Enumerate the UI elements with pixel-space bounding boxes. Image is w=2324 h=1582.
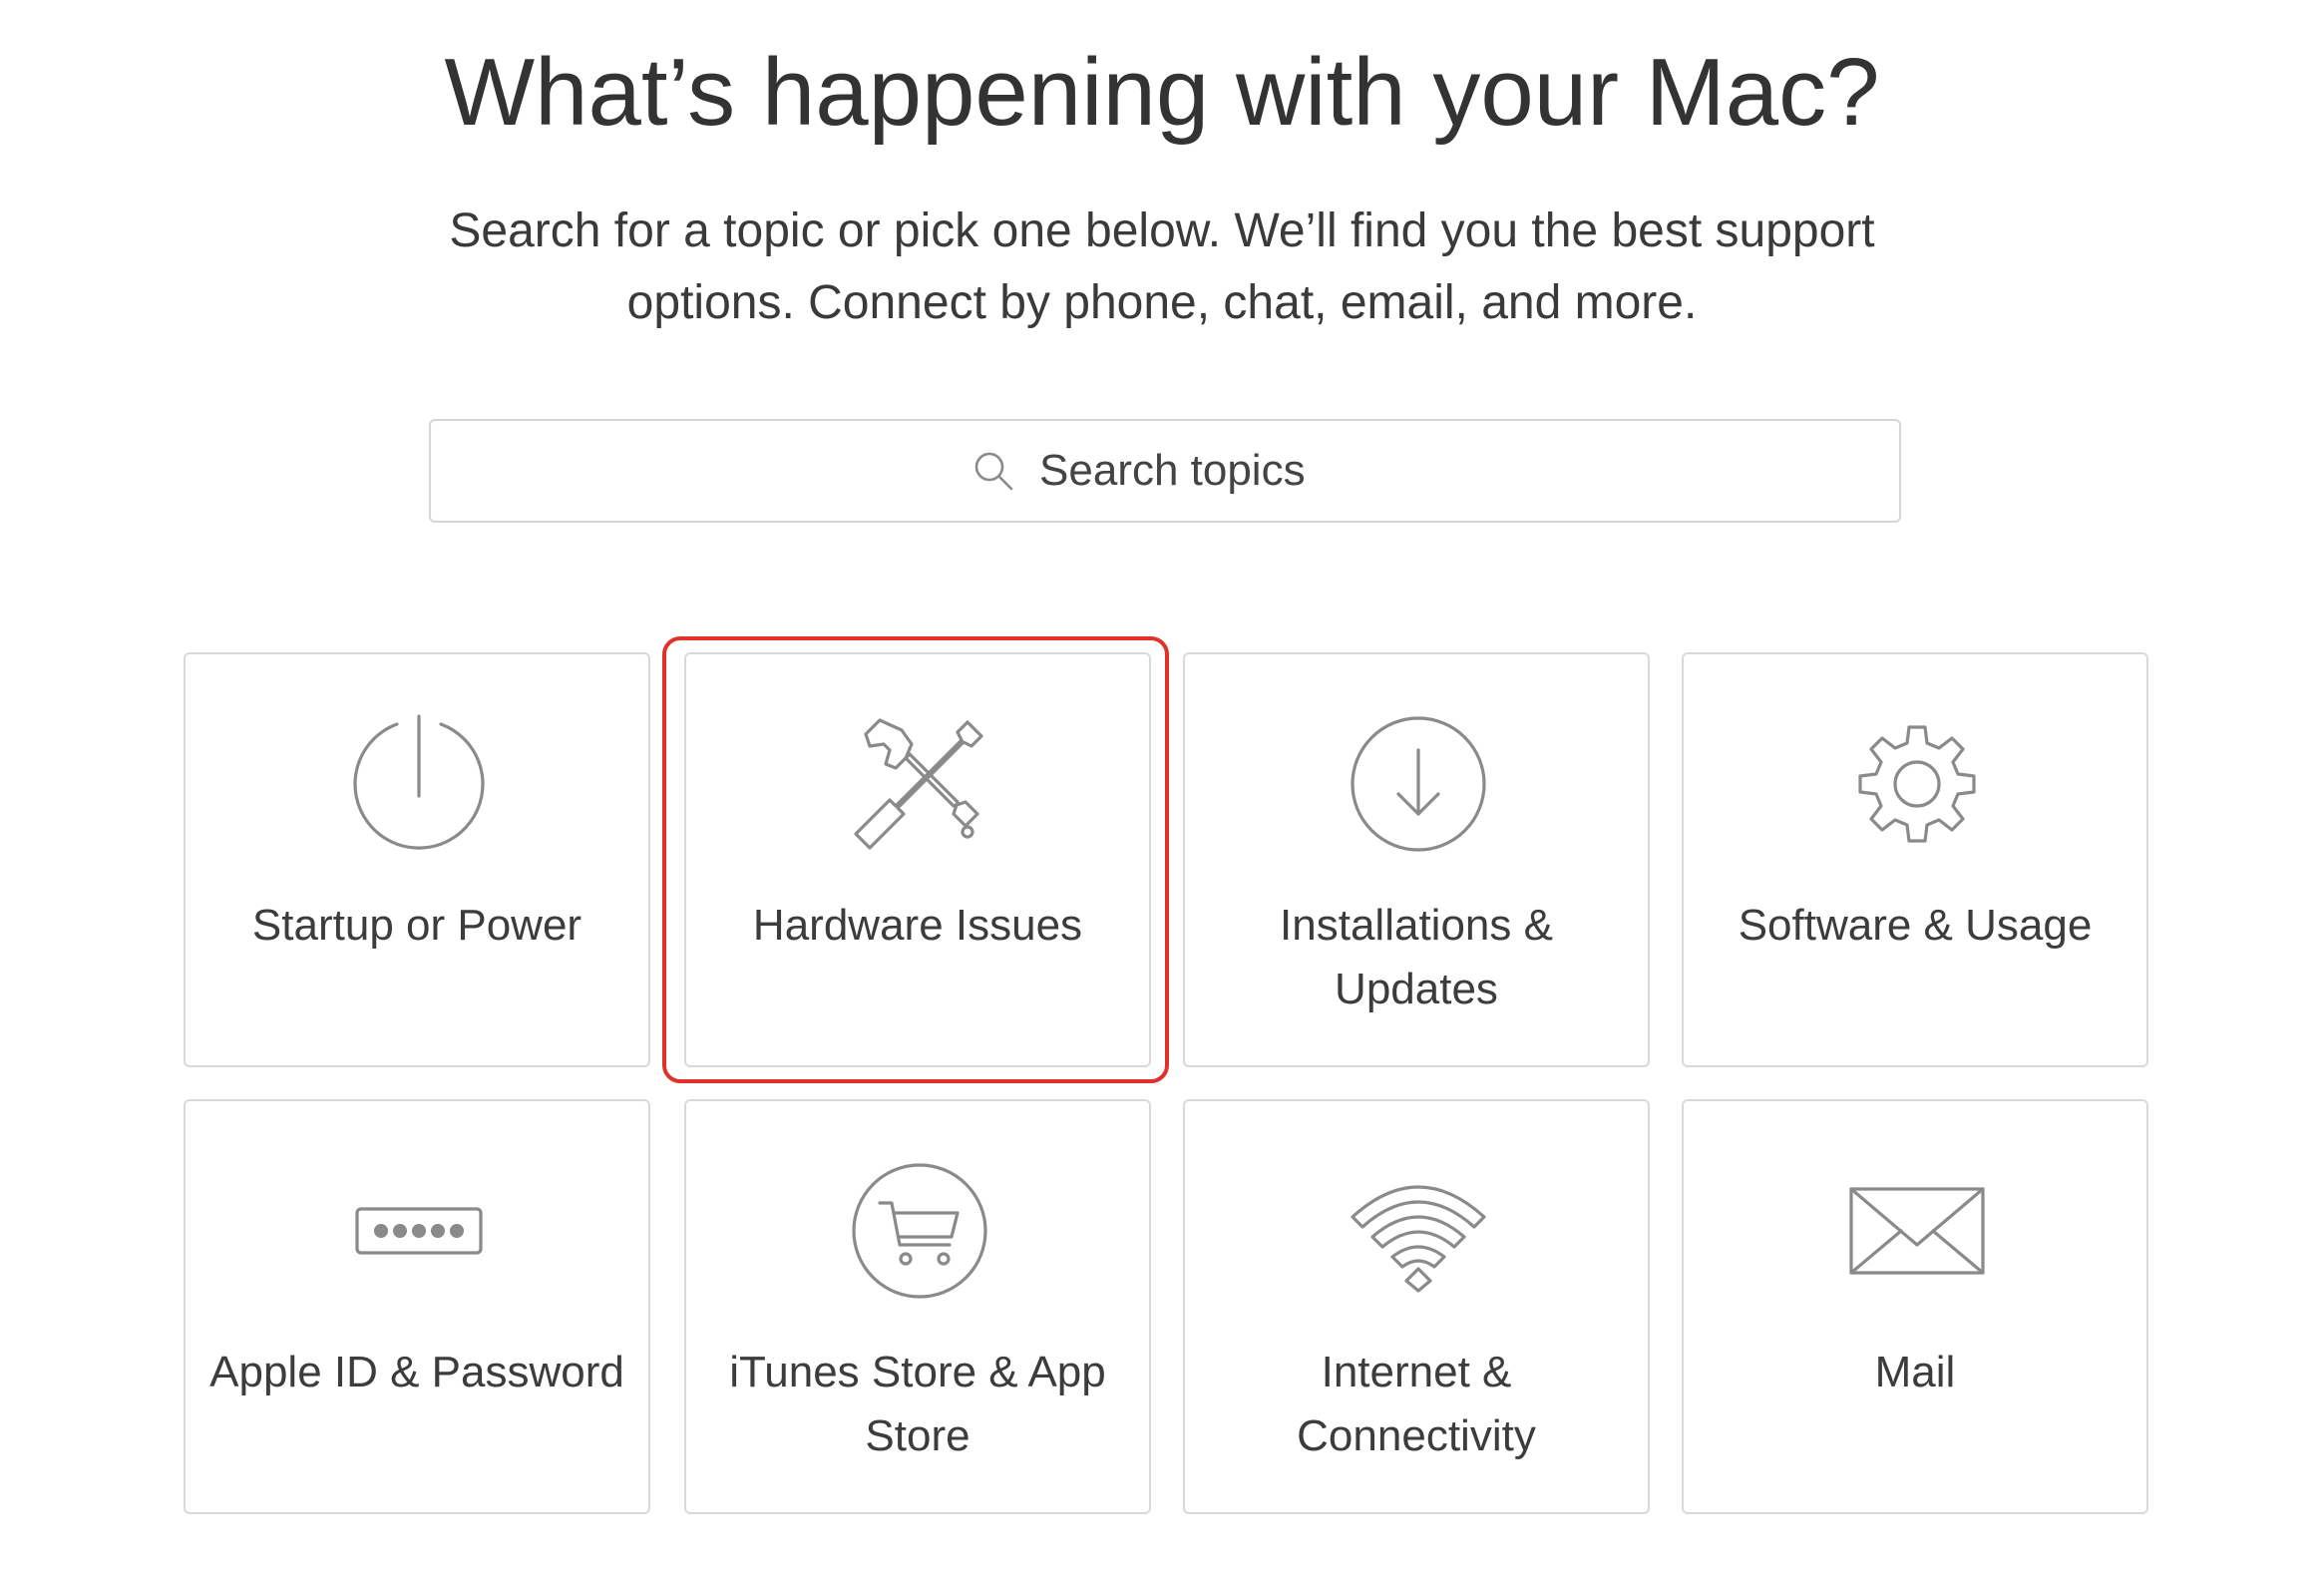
page-title: What’s happening with your Mac? xyxy=(444,39,1880,146)
topic-label: Hardware Issues xyxy=(752,901,1083,950)
search-icon xyxy=(974,452,1013,491)
subtitle-line-2: options. Connect by phone, chat, email, … xyxy=(626,276,1698,329)
topic-installations-updates[interactable]: Installations & Updates xyxy=(1183,652,1650,1067)
support-page: What’s happening with your Mac? Search f… xyxy=(0,0,2324,1582)
topic-label: Software & Usage xyxy=(1738,901,2093,950)
topic-startup-or-power[interactable]: Startup or Power xyxy=(184,652,650,1067)
envelope-icon xyxy=(1849,1187,1985,1275)
topic-label: iTunes Store & App Store xyxy=(729,1348,1106,1460)
topic-software-usage[interactable]: Software & Usage xyxy=(1682,652,2148,1067)
wifi-icon xyxy=(1351,1185,1486,1293)
topic-label: Startup or Power xyxy=(251,901,582,950)
topic-internet-connectivity[interactable]: Internet & Connectivity xyxy=(1183,1099,1650,1514)
topic-label: Apple ID & Password xyxy=(209,1348,624,1396)
tools-icon xyxy=(854,718,983,850)
download-icon xyxy=(1351,716,1486,852)
topic-label: Installations & Updates xyxy=(1280,901,1553,1013)
gear-icon xyxy=(1858,725,1976,843)
search-input[interactable] xyxy=(1039,446,1358,496)
page-subtitle: Search for a topic or pick one below. We… xyxy=(429,196,1895,339)
topic-label: Internet & Connectivity xyxy=(1297,1348,1536,1460)
power-icon xyxy=(353,714,485,850)
topic-hardware-issues[interactable]: Hardware Issues xyxy=(684,652,1151,1067)
topic-itunes-app-store[interactable]: iTunes Store & App Store xyxy=(684,1099,1151,1514)
cart-icon xyxy=(852,1163,987,1299)
topic-label: Mail xyxy=(1874,1348,1956,1396)
topic-apple-id-password[interactable]: Apple ID & Password xyxy=(184,1099,650,1514)
topic-mail[interactable]: Mail xyxy=(1682,1099,2148,1514)
password-icon xyxy=(355,1207,483,1255)
search-box[interactable] xyxy=(429,419,1901,523)
subtitle-line-1: Search for a topic or pick one below. We… xyxy=(449,204,1875,257)
